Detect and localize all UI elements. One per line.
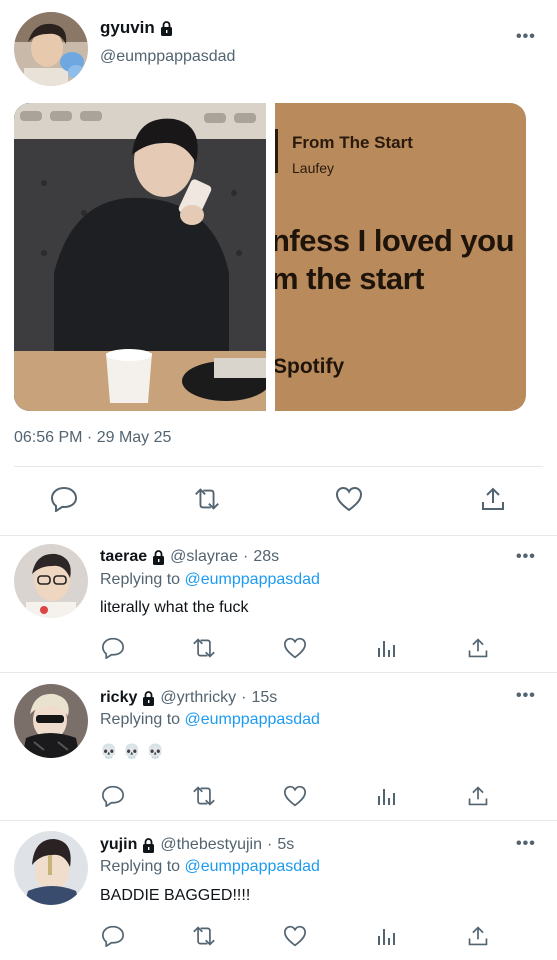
author-name-row[interactable]: gyuvin	[100, 18, 173, 38]
handle[interactable]: @eumppappasdad	[100, 48, 235, 66]
more-options-icon[interactable]: •••	[516, 835, 536, 853]
avatar[interactable]	[14, 831, 88, 905]
lock-icon	[142, 690, 155, 706]
like-icon[interactable]	[280, 781, 310, 811]
reply-time[interactable]: 5s	[277, 836, 294, 854]
replying-label: Replying to	[100, 858, 181, 875]
retweet-icon[interactable]	[192, 484, 222, 514]
retweet-icon[interactable]	[189, 633, 219, 663]
share-icon[interactable]	[463, 781, 493, 811]
more-options-icon[interactable]: •••	[516, 548, 536, 566]
lyric-line: m the start	[275, 261, 424, 296]
reply-text: 💀💀💀	[100, 743, 171, 759]
lock-icon	[142, 837, 155, 853]
reply-time[interactable]: 28s	[253, 548, 279, 566]
share-icon[interactable]	[478, 484, 508, 514]
like-icon[interactable]	[280, 921, 310, 951]
reply-text: literally what the fuck	[100, 599, 249, 616]
avatar[interactable]	[14, 544, 88, 618]
reply-icon[interactable]	[49, 484, 79, 514]
replying-label: Replying to	[100, 711, 181, 728]
more-options-icon[interactable]: •••	[516, 28, 536, 46]
avatar[interactable]	[14, 684, 88, 758]
handle[interactable]: @yrthricky	[160, 689, 236, 707]
spotify-logo: Spotify	[275, 355, 345, 378]
mention-link[interactable]: @eumppappasdad	[185, 571, 320, 588]
more-options-icon[interactable]: •••	[516, 687, 536, 705]
replying-to: Replying to @eumppappasdad	[100, 858, 320, 876]
song-card-accent	[275, 129, 278, 173]
like-icon[interactable]	[334, 484, 364, 514]
tweet-timestamp[interactable]: 06:56 PM · 29 May 25	[14, 429, 171, 447]
retweet-icon[interactable]	[189, 921, 219, 951]
reply-header: taerae @slayrae · 28s	[100, 548, 279, 566]
replying-to: Replying to @eumppappasdad	[100, 571, 320, 589]
analytics-icon[interactable]	[372, 633, 402, 663]
song-artist: Laufey	[292, 160, 335, 176]
share-icon[interactable]	[463, 921, 493, 951]
reply-time[interactable]: 15s	[252, 689, 278, 707]
media-grid[interactable]: From The Start Laufey nfess I loved you …	[14, 103, 526, 411]
handle[interactable]: @slayrae	[170, 548, 238, 566]
reply-tweet[interactable]: taerae @slayrae · 28s ••• Replying to @e…	[0, 536, 557, 671]
replying-label: Replying to	[100, 571, 181, 588]
mention-link[interactable]: @eumppappasdad	[185, 858, 320, 875]
replying-to: Replying to @eumppappasdad	[100, 711, 320, 729]
photo-image[interactable]	[14, 103, 266, 411]
mention-link[interactable]: @eumppappasdad	[185, 711, 320, 728]
reply-tweet[interactable]: ricky @yrthricky · 15s ••• Replying to @…	[0, 673, 557, 819]
separator-dot: ·	[241, 689, 247, 706]
share-icon[interactable]	[463, 633, 493, 663]
reply-icon[interactable]	[98, 781, 128, 811]
separator-dot: ·	[242, 548, 249, 565]
handle[interactable]: @thebestyujin	[160, 836, 262, 854]
display-name[interactable]: ricky	[100, 689, 137, 707]
display-name[interactable]: taerae	[100, 548, 147, 566]
lock-icon	[152, 549, 165, 565]
song-title: From The Start	[292, 133, 413, 152]
avatar[interactable]	[14, 12, 88, 86]
main-tweet: gyuvin @eumppappasdad ••• From The Start…	[0, 0, 557, 535]
reply-header: yujin @thebestyujin · 5s	[100, 836, 294, 854]
separator-dot: ·	[266, 836, 273, 853]
reply-icon[interactable]	[98, 633, 128, 663]
reply-text: BADDIE BAGGED!!!!	[100, 887, 251, 904]
reply-tweet[interactable]: yujin @thebestyujin · 5s ••• Replying to…	[0, 821, 557, 960]
reply-icon[interactable]	[98, 921, 128, 951]
analytics-icon[interactable]	[372, 781, 402, 811]
song-card[interactable]: From The Start Laufey nfess I loved you …	[275, 103, 526, 411]
display-name[interactable]: gyuvin	[100, 18, 155, 38]
analytics-icon[interactable]	[372, 921, 402, 951]
reply-header: ricky @yrthricky · 15s	[100, 689, 277, 707]
display-name[interactable]: yujin	[100, 836, 137, 854]
retweet-icon[interactable]	[189, 781, 219, 811]
lock-icon	[160, 20, 173, 36]
lyric-line: nfess I loved you	[275, 223, 515, 258]
like-icon[interactable]	[280, 633, 310, 663]
divider	[14, 466, 543, 467]
tweet-actions	[0, 484, 557, 518]
